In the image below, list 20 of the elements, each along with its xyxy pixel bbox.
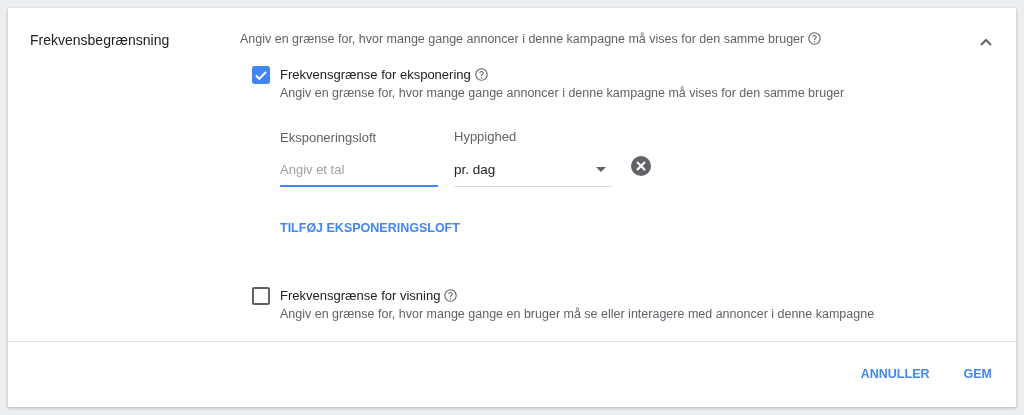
clear-icon[interactable] — [630, 154, 652, 177]
checkbox[interactable] — [252, 286, 270, 305]
help-icon[interactable] — [474, 67, 488, 81]
checkbox[interactable] — [252, 65, 270, 84]
field-label: Hyppighed — [454, 128, 518, 146]
option-description: Angiv en grænse for, hvor mange gange en bruger må se eller interagere med annoncer i denne kampagne — [280, 307, 875, 321]
option-label: Frekvensgrænse for visning — [280, 287, 441, 303]
field-label: Eksponeringsloft — [280, 128, 378, 147]
cancel-button[interactable]: ANNULLER — [858, 361, 932, 388]
frequency-dropdown[interactable]: pr. dag — [454, 156, 612, 187]
dropdown-caret-icon — [596, 167, 606, 173]
option-label: Frekvensgrænse for eksponering — [280, 66, 471, 82]
number-input-field[interactable]: Angiv et tal — [280, 157, 438, 187]
section-title: Frekvensbegrænsning — [30, 32, 170, 48]
help-icon[interactable] — [444, 288, 458, 302]
section-description: Angiv en grænse for, hvor mange gange annoncer i denne kampagne må vises for den samme bruger — [240, 32, 805, 46]
add-cap-link[interactable]: TILFØJ EKSPONERINGSLOFT — [280, 218, 460, 238]
help-icon[interactable] — [808, 32, 822, 45]
save-button[interactable]: GEM — [961, 361, 994, 388]
option-description: Angiv en grænse for, hvor mange gange annoncer i denne kampagne må vises for den samme bruger — [280, 86, 845, 101]
